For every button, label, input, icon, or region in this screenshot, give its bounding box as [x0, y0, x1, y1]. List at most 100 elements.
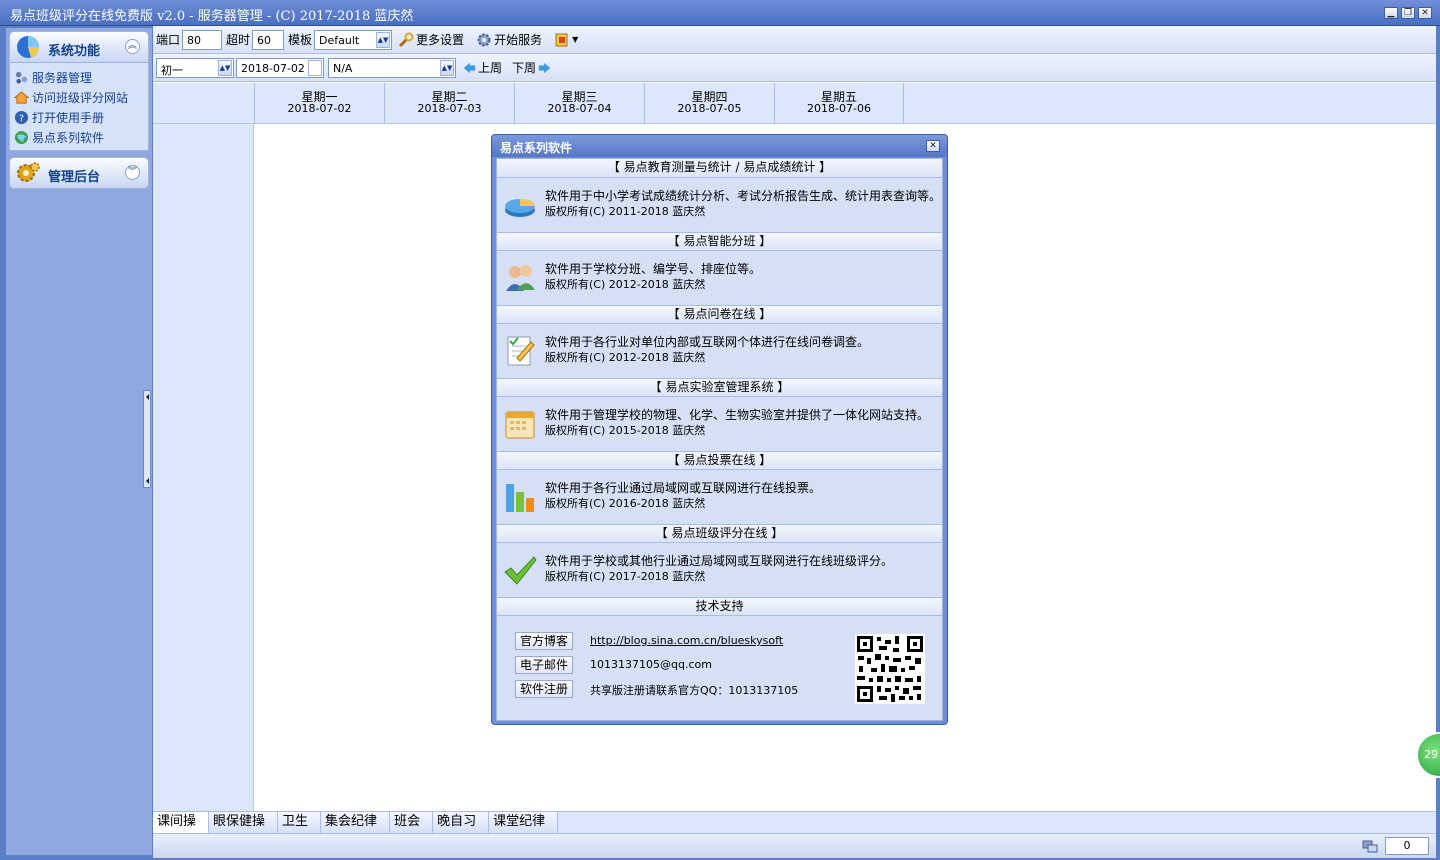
support-heading: 技术支持: [497, 597, 942, 616]
schedule-row-header-column: [153, 124, 254, 812]
product-item: 软件用于管理学校的物理、化学、生物实验室并提供了一体化网站支持。 版权所有(C)…: [497, 397, 942, 451]
product-item: 软件用于各行业通过局域网或互联网进行在线投票。 版权所有(C) 2016-201…: [497, 470, 942, 524]
blog-button[interactable]: 官方博客: [515, 632, 573, 650]
chevron-down-icon: ▲▼: [218, 59, 232, 76]
restore-button[interactable]: ❐: [1401, 7, 1415, 19]
product-description: 软件用于学校分班、编学号、排座位等。: [545, 262, 762, 276]
bar-chart-icon: [506, 484, 534, 512]
product-heading: 【 易点投票在线 】: [497, 451, 942, 470]
system-functions-title: 系统功能: [48, 44, 101, 59]
day-date: 2018-07-04: [547, 102, 612, 115]
sidebar-splitter[interactable]: [143, 390, 151, 488]
template-label: 模板: [288, 33, 313, 47]
home-icon: [14, 90, 29, 104]
tab-hygiene[interactable]: 卫生: [278, 812, 322, 834]
day-column-thursday: 星期四 2018-07-05: [644, 83, 774, 124]
dialog-close-button[interactable]: ✕: [926, 140, 940, 152]
blog-link[interactable]: http://blog.sina.com.cn/blueskysoft: [590, 634, 783, 647]
palette-icon: [555, 33, 568, 46]
system-functions-header[interactable]: 系统功能 ︽: [9, 31, 149, 63]
users-icon: [506, 265, 535, 291]
product-copyright: 版权所有(C) 2012-2018 蓝庆然: [545, 278, 706, 291]
sidebar: 系统功能 ︽ 服务器管理 访问班级评分网站 ? 打开使用手册 易点系列软件 管理…: [6, 28, 152, 855]
globe-icon: [14, 130, 29, 144]
timeout-input[interactable]: 60: [252, 29, 285, 50]
arrow-right-icon: [538, 62, 551, 73]
day-column-friday: 星期五 2018-07-06: [774, 83, 904, 124]
tab-eye-exercise[interactable]: 眼保健操: [209, 812, 279, 834]
tab-evening-study[interactable]: 晚自习: [433, 812, 490, 834]
sidebar-item-label: 访问班级评分网站: [32, 90, 129, 105]
tab-classroom-discipline[interactable]: 课堂纪律: [489, 812, 559, 834]
close-button[interactable]: ✕: [1418, 7, 1432, 19]
expand-icon[interactable]: ︾: [125, 165, 140, 180]
more-settings-button[interactable]: 更多设置: [398, 31, 464, 48]
day-date: 2018-07-02: [287, 102, 352, 115]
window-title: 易点班级评分在线免费版 v2.0 - 服务器管理 - (C) 2017-2018…: [10, 9, 414, 24]
skin-menu-button[interactable]: ▼: [554, 32, 578, 48]
pie-chart-icon: [17, 36, 39, 58]
grade-value: 初一: [161, 63, 183, 77]
admin-backend-header[interactable]: 管理后台 ︾: [9, 157, 149, 189]
email-button[interactable]: 电子邮件: [515, 656, 573, 674]
server-toolbar: 端口 80 超时 60 模板 Default ▲▼ 更多设置 开始服务 ▼: [153, 26, 1436, 54]
product-description: 软件用于各行业通过局域网或互联网进行在线投票。: [545, 481, 822, 495]
sidebar-item-series-software[interactable]: 易点系列软件: [14, 127, 148, 147]
product-copyright: 版权所有(C) 2016-2018 蓝庆然: [545, 497, 706, 510]
day-column-tuesday: 星期二 2018-07-03: [384, 83, 514, 124]
help-icon: ?: [14, 110, 29, 124]
schedule-header: 星期一 2018-07-02 星期二 2018-07-03 星期三 2018-0…: [153, 83, 1436, 124]
port-input[interactable]: 80: [182, 29, 223, 50]
grade-select[interactable]: 初一 ▲▼: [156, 57, 234, 78]
filter-toolbar: 初一 ▲▼ 2018-07-02 N/A ▲▼ 上周 下周: [153, 54, 1436, 82]
qr-code-icon: [855, 634, 925, 704]
template-select[interactable]: Default ▲▼: [314, 29, 393, 50]
class-value: N/A: [333, 61, 353, 75]
collapse-icon[interactable]: ︽: [125, 39, 140, 54]
more-settings-label: 更多设置: [416, 33, 465, 47]
day-date: 2018-07-06: [807, 102, 871, 115]
sidebar-item-label: 易点系列软件: [32, 130, 105, 145]
chevron-down-icon: ▼: [572, 35, 579, 44]
start-service-button[interactable]: 开始服务: [476, 31, 542, 48]
next-week-button[interactable]: 下周: [512, 59, 554, 76]
minimize-button[interactable]: ▁: [1384, 7, 1398, 19]
dialog-title[interactable]: 易点系列软件: [492, 135, 947, 157]
sidebar-item-open-manual[interactable]: ? 打开使用手册: [14, 107, 148, 127]
port-label: 端口: [156, 33, 181, 47]
day-column-wednesday: 星期三 2018-07-04: [514, 83, 644, 124]
notepad-icon: [507, 336, 535, 366]
product-heading: 【 易点教育测量与统计 / 易点成绩统计 】: [497, 159, 942, 178]
calendar-icon[interactable]: [308, 59, 322, 76]
server-icon: [15, 71, 28, 84]
product-item: 软件用于学校分班、编学号、排座位等。 版权所有(C) 2012-2018 蓝庆然: [497, 251, 942, 305]
tab-class-meeting[interactable]: 班会: [390, 812, 434, 834]
prev-week-button[interactable]: 上周: [462, 59, 502, 76]
register-button[interactable]: 软件注册: [515, 680, 573, 698]
calendar-icon: [505, 411, 535, 439]
product-description: 软件用于管理学校的物理、化学、生物实验室并提供了一体化网站支持。: [545, 408, 930, 422]
status-bar: 0: [153, 833, 1436, 858]
product-item: 软件用于各行业对单位内部或互联网个体进行在线问卷调查。 版权所有(C) 2012…: [497, 324, 942, 378]
product-description: 软件用于学校或其他行业通过局域网或互联网进行在线班级评分。: [545, 554, 894, 568]
sidebar-item-server-management[interactable]: 服务器管理: [14, 67, 148, 87]
arrow-left-icon: [463, 62, 476, 73]
product-item: 软件用于中小学考试成绩统计分析、考试分析报告生成、统计用表查询等。 版权所有(C…: [497, 178, 942, 232]
product-item: 软件用于学校或其他行业通过局域网或互联网进行在线班级评分。 版权所有(C) 20…: [497, 543, 942, 597]
template-value: Default: [319, 33, 360, 47]
dialog-title-text: 易点系列软件: [500, 141, 573, 155]
product-heading: 【 易点智能分班 】: [497, 232, 942, 251]
timeout-label: 超时: [226, 33, 251, 47]
sidebar-item-label: 打开使用手册: [32, 110, 105, 125]
product-copyright: 版权所有(C) 2015-2018 蓝庆然: [545, 424, 706, 437]
tab-assembly-discipline[interactable]: 集会纪律: [321, 812, 391, 834]
class-select[interactable]: N/A ▲▼: [328, 57, 456, 78]
product-description: 软件用于各行业对单位内部或互联网个体进行在线问卷调查。: [545, 335, 870, 349]
email-value: 1013137105@qq.com: [590, 658, 712, 671]
date-picker[interactable]: 2018-07-02: [236, 57, 324, 78]
sidebar-item-visit-website[interactable]: 访问班级评分网站: [14, 87, 148, 107]
day-date: 2018-07-05: [677, 102, 742, 115]
gear-icon: [477, 33, 491, 46]
tab-exercise[interactable]: 课间操: [153, 812, 210, 834]
dialog-body: 【 易点教育测量与统计 / 易点成绩统计 】 软件用于中小学考试成绩统计分析、考…: [496, 158, 943, 721]
